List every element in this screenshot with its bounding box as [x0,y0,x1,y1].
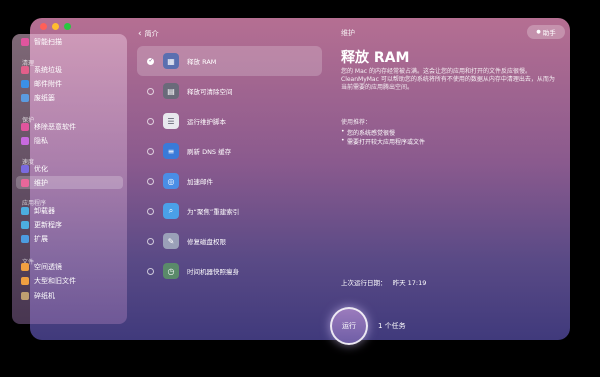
time-machine-icon: ◷ [163,263,179,279]
recommended-heading: 使用推荐： [341,119,372,126]
sidebar-item[interactable]: 隐私 [16,134,123,147]
task-row[interactable]: ▤ 释放可清除空间 [137,76,322,106]
last-run-info: 上次运行日期： 昨天 17:19 [341,277,426,287]
sidebar-item[interactable]: 维护 [16,176,123,189]
task-label: 加速邮件 [187,178,213,186]
task-checkbox[interactable] [147,237,154,245]
shredder-icon [21,291,29,300]
sidebar-item-label: 智能扫描 [34,37,62,46]
task-label: 释放 RAM [187,58,217,66]
run-button[interactable]: 运行 [330,307,368,345]
sidebar-item[interactable]: 更新程序 [16,218,123,231]
sidebar-item[interactable]: 优化 [16,162,123,175]
task-checkbox[interactable] [147,147,154,155]
sidebar-item-label: 隐私 [34,136,48,145]
sidebar-item-label: 扩展 [34,234,48,243]
optimization-icon [21,164,29,173]
sidebar-item[interactable]: 空间透镜 [16,260,123,273]
maintenance-script-icon: ☰ [163,113,179,129]
task-row[interactable]: ◎ 加速邮件 [137,166,322,196]
task-row[interactable]: ◷ 时间机器快照瘦身 [137,256,322,286]
sidebar-item-label: 系统垃圾 [34,65,62,74]
assistant-button[interactable]: ● 助手 [527,25,565,39]
sidebar-item[interactable]: 碎纸机 [16,289,123,302]
system-junk-icon [21,65,29,74]
mail-attachments-icon [21,79,29,88]
dns-icon: ≡ [163,143,179,159]
minimize-window-button[interactable] [52,23,59,30]
sidebar-item[interactable]: 系统垃圾 [16,63,123,76]
sidebar-item[interactable]: 大型和旧文件 [16,274,123,287]
task-label: 时间机器快照瘦身 [187,268,239,276]
assistant-label: 助手 [542,29,556,37]
task-count: 1 个任务 [378,322,406,330]
ram-icon: ▦ [163,53,179,69]
recommended-item: 您的系统感觉很慢 [341,128,395,137]
repair-permissions-icon: ✎ [163,233,179,249]
sidebar-item[interactable]: 扩展 [16,232,123,245]
sidebar-item-label: 空间透镜 [34,262,62,271]
sidebar-item-label: 碎纸机 [34,291,55,300]
page-title: 维护 [341,29,355,37]
large-old-files-icon [21,276,29,285]
task-checkbox[interactable] [147,267,154,275]
sidebar-item[interactable]: 卸载器 [16,204,123,217]
back-label: 简介 [144,30,159,38]
assistant-dots-icon: ● [536,29,541,35]
updater-icon [21,220,29,229]
task-label: 刷新 DNS 缓存 [187,148,232,156]
detail-title: 释放 RAM [341,50,410,66]
chevron-left-icon: ‹ [138,29,142,39]
sidebar-item-label: 更新程序 [34,220,62,229]
sidebar-item-label: 维护 [34,178,48,187]
last-run-label: 上次运行日期： [341,279,387,287]
maintenance-icon [21,178,29,187]
task-checkbox[interactable] [147,57,154,65]
window-controls [40,23,71,30]
task-checkbox[interactable] [147,117,154,125]
task-label: 释放可清除空间 [187,88,233,96]
task-checkbox[interactable] [147,207,154,215]
purgeable-space-icon: ▤ [163,83,179,99]
task-row[interactable]: ✎ 修复磁盘权限 [137,226,322,256]
sidebar-item-label: 优化 [34,164,48,173]
last-run-value: 昨天 17:19 [392,279,427,287]
space-lens-icon [21,262,29,271]
task-label: 为“聚焦”重建索引 [187,208,240,216]
back-button[interactable]: ‹ 简介 [138,29,159,39]
sidebar-item-label: 卸载器 [34,206,55,215]
detail-description: 您的 Mac 的内存经常被占满。这会让您的应用和打开的文件反应很慢。CleanM… [341,68,555,91]
task-checkbox[interactable] [147,87,154,95]
smart-scan-icon [21,37,29,46]
task-row[interactable]: ⌕ 为“聚焦”重建索引 [137,196,322,226]
task-row[interactable]: ≡ 刷新 DNS 缓存 [137,136,322,166]
extensions-icon [21,234,29,243]
task-label: 修复磁盘权限 [187,238,226,246]
close-window-button[interactable] [40,23,47,30]
sidebar-item-label: 废纸篓 [34,93,55,102]
mail-speedup-icon: ◎ [163,173,179,189]
task-row[interactable]: ▦ 释放 RAM [137,46,322,76]
sidebar-item[interactable]: 邮件附件 [16,77,123,90]
malware-removal-icon [21,122,29,131]
privacy-icon [21,136,29,145]
sidebar-item[interactable]: 智能扫描 [16,35,123,48]
uninstaller-icon [21,206,29,215]
sidebar-item-label: 邮件附件 [34,79,62,88]
recommended-item: 需要打开较大应用程序或文件 [341,137,425,146]
zoom-window-button[interactable] [64,23,71,30]
task-checkbox[interactable] [147,177,154,185]
sidebar-item[interactable]: 移除恶意软件 [16,120,123,133]
spotlight-reindex-icon: ⌕ [163,203,179,219]
trash-bins-icon [21,93,29,102]
run-label: 运行 [342,322,356,330]
sidebar-item-label: 大型和旧文件 [34,276,76,285]
task-label: 运行维护脚本 [187,118,226,126]
task-row[interactable]: ☰ 运行维护脚本 [137,106,322,136]
sidebar-item[interactable]: 废纸篓 [16,91,123,104]
sidebar-item-label: 移除恶意软件 [34,122,76,131]
